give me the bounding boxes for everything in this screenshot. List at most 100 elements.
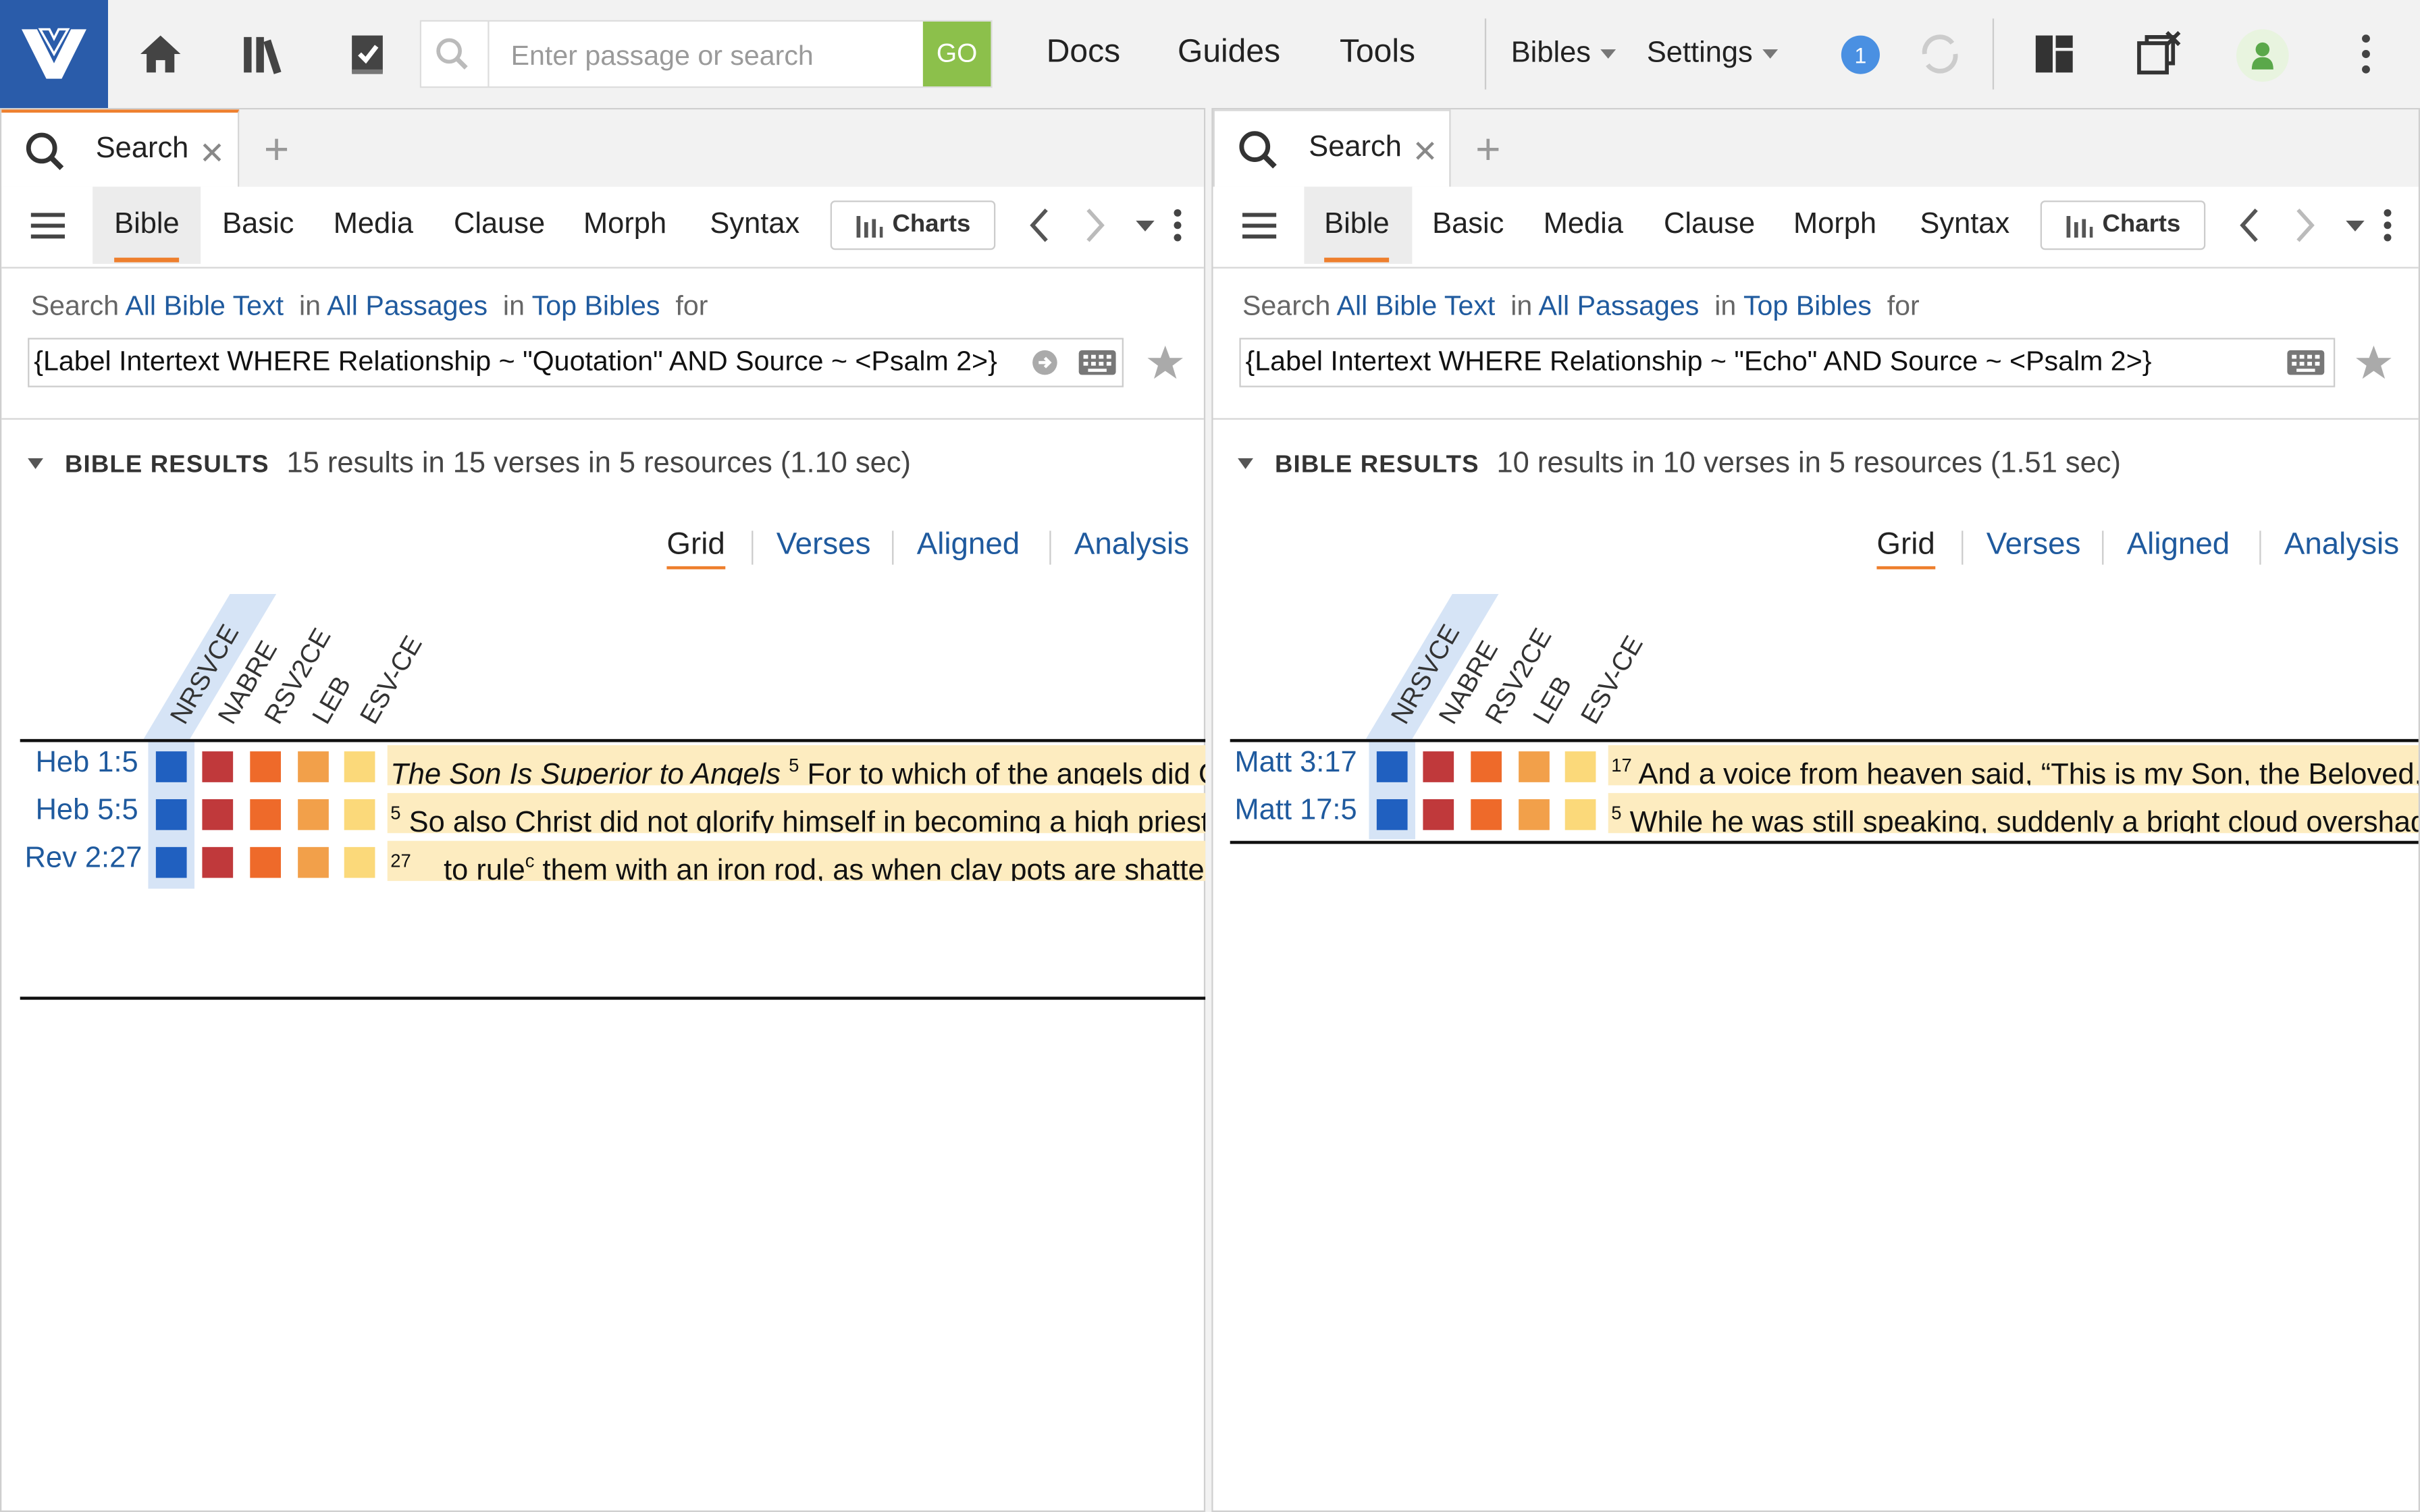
tab-morph[interactable]: Morph [1793,209,1876,242]
results-header[interactable]: BIBLE RESULTS 15 results in 15 verses in… [28,448,911,481]
tab-search[interactable]: Search ✕ [1213,109,1451,187]
resource-cell[interactable] [1376,799,1408,830]
column-header[interactable]: LEB [307,672,358,730]
verse-text[interactable]: 5 So also Christ did not glorify himself… [387,792,1206,834]
tab-syntax[interactable]: Syntax [1920,209,2009,242]
resource-cell[interactable] [1519,751,1550,782]
collapse-triangle-icon[interactable] [28,458,43,470]
tab-basic[interactable]: Basic [222,209,294,242]
resource-cell[interactable] [1423,799,1454,830]
back-arrow-icon[interactable] [1025,205,1056,245]
favorite-star-icon[interactable] [1145,342,1185,382]
keyboard-icon[interactable] [2286,347,2325,378]
scope-link[interactable]: All Bible Text [125,290,284,321]
notification-badge[interactable]: 1 [1841,35,1880,74]
verse-reference-link[interactable]: Heb 5:5 [36,794,138,828]
forward-arrow-icon[interactable] [2289,205,2320,245]
view-analysis[interactable]: Analysis [1074,528,1189,564]
forward-arrow-icon[interactable] [1079,205,1110,245]
tab-clause[interactable]: Clause [454,209,545,242]
resource-cell[interactable] [1471,799,1502,830]
add-tab-button[interactable]: + [1475,125,1500,174]
footnote-marker[interactable]: c [525,850,535,871]
settings-dropdown[interactable]: Settings [1647,37,1778,71]
verse-reference-link[interactable]: Matt 17:5 [1235,794,1357,828]
verse-reference-link[interactable]: Rev 2:27 [25,842,142,876]
more-menu-icon[interactable] [2340,28,2392,80]
bibles-link[interactable]: Top Bibles [1743,290,1872,321]
account-avatar-icon[interactable] [2236,29,2289,82]
resource-cell[interactable] [1376,751,1408,782]
resource-cell[interactable] [1519,799,1550,830]
column-header[interactable]: ESV-CE [354,631,429,730]
resource-cell[interactable] [250,846,281,878]
resource-cell[interactable] [155,799,187,830]
resource-cell[interactable] [298,846,329,878]
close-icon[interactable]: ✕ [1412,133,1438,171]
bibles-dropdown[interactable]: Bibles [1511,37,1616,71]
bibles-link[interactable]: Top Bibles [532,290,660,321]
resource-cell[interactable] [1564,751,1596,782]
resource-cell[interactable] [344,751,375,782]
verse-reference-link[interactable]: Matt 3:17 [1235,747,1357,780]
verse-text[interactable]: 5 While he was still speaking, suddenly … [1608,792,2419,834]
view-analysis[interactable]: Analysis [2284,528,2399,564]
resource-cell[interactable] [298,751,329,782]
resource-cell[interactable] [202,846,234,878]
tab-search[interactable]: Search ✕ [1,109,240,187]
view-aligned[interactable]: Aligned [2127,528,2230,564]
close-panels-icon[interactable] [2132,28,2184,80]
passages-link[interactable]: All Passages [327,290,488,321]
go-arrow-icon[interactable] [1031,349,1059,377]
tab-syntax[interactable]: Syntax [710,209,799,242]
view-aligned[interactable]: Aligned [917,528,1020,564]
layouts-icon[interactable] [2028,28,2080,80]
hamburger-menu-icon[interactable] [1242,210,1277,241]
resource-cell[interactable] [250,751,281,782]
panel-menu-icon[interactable] [1173,209,1182,242]
resource-cell[interactable] [344,799,375,830]
resource-cell[interactable] [1423,751,1454,782]
logos-logo-icon[interactable] [0,0,108,108]
close-icon[interactable]: ✕ [199,134,225,173]
column-header[interactable]: LEB [1527,672,1579,730]
tab-morph[interactable]: Morph [583,209,666,242]
go-button[interactable]: GO [922,21,991,86]
charts-button[interactable]: Charts [2040,200,2206,250]
favorite-star-icon[interactable] [2354,342,2394,382]
resource-cell[interactable] [1564,799,1596,830]
panel-menu-icon[interactable] [2383,209,2392,242]
sync-icon[interactable] [1914,28,1966,80]
query-input[interactable]: {Label Intertext WHERE Relationship ~ "Q… [28,338,1124,387]
guides-menu[interactable]: Guides [1178,34,1280,71]
view-verses[interactable]: Verses [777,528,871,564]
resource-cell[interactable] [155,846,187,878]
tab-basic[interactable]: Basic [1432,209,1504,242]
docs-menu[interactable]: Docs [1047,34,1120,71]
history-dropdown-icon[interactable] [1130,205,1161,245]
home-icon[interactable] [134,28,187,80]
resource-cell[interactable] [344,846,375,878]
resource-cell[interactable] [1471,751,1502,782]
tab-media[interactable]: Media [334,209,413,242]
verse-text[interactable]: The Son Is Superior to Angels 5 For to w… [387,745,1206,786]
passages-link[interactable]: All Passages [1538,290,1699,321]
passage-search-input[interactable] [507,34,916,78]
resource-cell[interactable] [298,799,329,830]
resource-cell[interactable] [155,751,187,782]
verse-text[interactable]: 27 to rulec them with an iron rod, as wh… [387,840,1206,882]
view-verses[interactable]: Verses [1987,528,2081,564]
tab-bible[interactable]: Bible [1324,209,1390,263]
resource-cell[interactable] [202,751,234,782]
tab-bible[interactable]: Bible [114,209,180,263]
collapse-triangle-icon[interactable] [1238,458,1253,470]
charts-button[interactable]: Charts [830,200,996,250]
tools-menu[interactable]: Tools [1340,34,1415,71]
tab-media[interactable]: Media [1544,209,1623,242]
history-dropdown-icon[interactable] [2340,205,2371,245]
view-grid[interactable]: Grid [1876,528,1935,570]
verse-reference-link[interactable]: Heb 1:5 [36,747,138,780]
hamburger-menu-icon[interactable] [30,210,65,241]
verse-text[interactable]: 17 And a voice from heaven said, “This i… [1608,745,2419,786]
column-header[interactable]: ESV-CE [1575,631,1650,730]
